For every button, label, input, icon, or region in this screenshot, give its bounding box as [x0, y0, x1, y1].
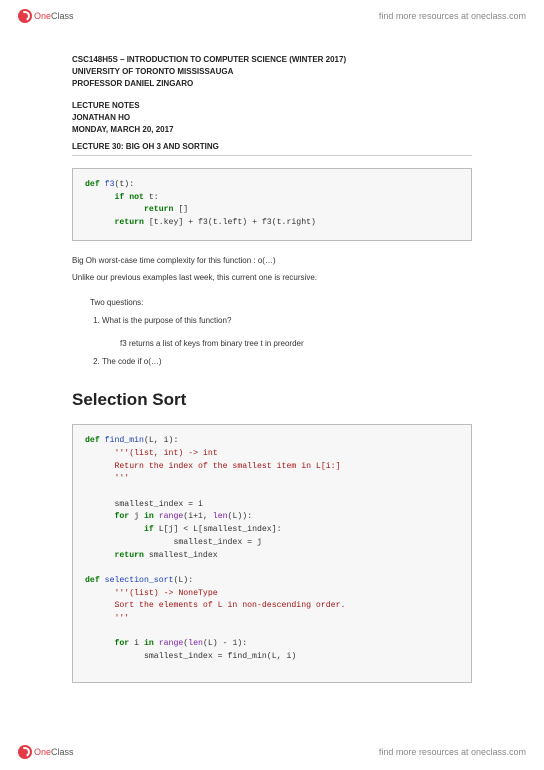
code-text: L[j] < L[smallest_index]:: [159, 525, 282, 534]
code-text: smallest_index = i: [114, 500, 202, 509]
header-bar: OneClass find more resources at oneclass…: [0, 4, 544, 28]
code-text: (t):: [114, 180, 134, 189]
code-text: (L):: [173, 576, 193, 585]
docstring: ''': [114, 614, 129, 623]
fn-name-f3: f3: [105, 180, 115, 189]
kw-if: if: [144, 525, 159, 534]
lecture-title: LECTURE 30: BIG OH 3 AND SORTING: [72, 142, 472, 151]
logo-text-footer: OneClass: [34, 747, 74, 757]
kw-def: def: [85, 576, 105, 585]
divider: [72, 155, 472, 156]
kw-def: def: [85, 436, 105, 445]
logo-text-one: One: [34, 747, 51, 757]
kw-return: return: [114, 218, 148, 227]
code-text: i: [134, 639, 144, 648]
answer-1: f3 returns a list of keys from binary tr…: [72, 338, 472, 351]
more-resources-link-top[interactable]: find more resources at oneclass.com: [379, 11, 526, 21]
professor-name: PROFESSOR DANIEL ZINGARO: [72, 78, 472, 90]
logo-text-one: One: [34, 11, 51, 21]
builtin-range: range: [159, 639, 184, 648]
code-text: [t.key] + f3(t.left) + f3(t.right): [149, 218, 316, 227]
question-2: The code if o(…): [102, 355, 472, 369]
kw-for: for: [114, 512, 134, 521]
docstring: '''(list, int) -> int: [114, 449, 217, 458]
notes-author: JONATHAN HO: [72, 112, 472, 124]
logo: OneClass: [18, 9, 74, 23]
oneclass-swirl-icon: [18, 745, 32, 759]
docstring: '''(list) -> NoneType: [114, 589, 217, 598]
logo-footer: OneClass: [18, 745, 74, 759]
fn-name-selectionsort: selection_sort: [105, 576, 174, 585]
code-text: j: [134, 512, 144, 521]
logo-text: OneClass: [34, 11, 74, 21]
oneclass-swirl-icon: [18, 9, 32, 23]
code-text: smallest_index = j: [173, 538, 261, 547]
code-text: smallest_index: [149, 551, 218, 560]
section-title-selection-sort: Selection Sort: [72, 390, 472, 410]
code-text: smallest_index = find_min(L, i): [144, 652, 296, 661]
logo-text-class: Class: [51, 747, 74, 757]
notes-heading: LECTURE NOTES: [72, 100, 472, 112]
code-block-selection-sort: def find_min(L, i): '''(list, int) -> in…: [72, 424, 472, 683]
code-text: (L)):: [228, 512, 253, 521]
code-text: ):: [237, 639, 247, 648]
footer-bar: OneClass find more resources at oneclass…: [0, 740, 544, 764]
kw-return: return: [144, 205, 178, 214]
kw-in: in: [144, 639, 159, 648]
code-block-f3: def f3(t): if not t: return [] return [t…: [72, 168, 472, 241]
builtin-range: range: [159, 512, 184, 521]
code-text: (L, i):: [144, 436, 178, 445]
kw-return: return: [114, 551, 148, 560]
question-list-2: The code if o(…): [102, 355, 472, 369]
code-text: (i+: [183, 512, 198, 521]
university-name: UNIVERSITY OF TORONTO MISSISSAUGA: [72, 66, 472, 78]
docstring: Sort the elements of L in non-descending…: [114, 601, 345, 610]
paragraph-two-questions: Two questions:: [72, 297, 472, 310]
kw-in: in: [144, 512, 159, 521]
course-header-block: CSC148H5S – INTRODUCTION TO COMPUTER SCI…: [72, 54, 472, 90]
docstring: ''': [114, 474, 129, 483]
kw-if: if: [114, 193, 129, 202]
paragraph-recursive: Unlike our previous examples last week, …: [72, 272, 472, 285]
kw-def: def: [85, 180, 105, 189]
kw-not: not: [129, 193, 149, 202]
docstring: Return the index of the smallest item in…: [114, 462, 340, 471]
logo-text-class: Class: [51, 11, 74, 21]
code-text: (L) -: [203, 639, 232, 648]
code-text: []: [178, 205, 188, 214]
question-list: What is the purpose of this function?: [102, 314, 472, 328]
document-page: CSC148H5S – INTRODUCTION TO COMPUTER SCI…: [0, 36, 544, 734]
notes-date: MONDAY, MARCH 20, 2017: [72, 124, 472, 136]
kw-for: for: [114, 639, 134, 648]
fn-name-findmin: find_min: [105, 436, 144, 445]
code-text: t:: [149, 193, 159, 202]
notes-header-block: LECTURE NOTES JONATHAN HO MONDAY, MARCH …: [72, 100, 472, 136]
code-text: ,: [203, 512, 213, 521]
question-1: What is the purpose of this function?: [102, 314, 472, 328]
paragraph-bigoh: Big Oh worst-case time complexity for th…: [72, 255, 472, 268]
course-title: CSC148H5S – INTRODUCTION TO COMPUTER SCI…: [72, 54, 472, 66]
builtin-len: len: [213, 512, 228, 521]
more-resources-link-bottom[interactable]: find more resources at oneclass.com: [379, 747, 526, 757]
builtin-len: len: [188, 639, 203, 648]
